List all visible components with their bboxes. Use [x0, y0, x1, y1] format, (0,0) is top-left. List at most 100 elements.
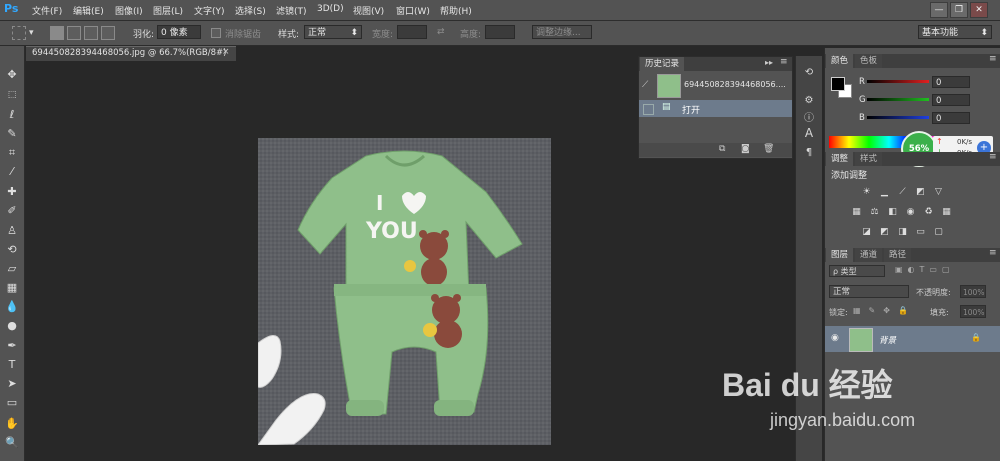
- properties-panel-icon[interactable]: ⚙: [801, 94, 817, 108]
- trash-icon[interactable]: 🗑: [763, 144, 774, 154]
- feather-input[interactable]: 0 像素: [157, 25, 201, 39]
- subtract-selection-icon[interactable]: [84, 26, 98, 40]
- style-select[interactable]: 正常 ⬍: [304, 25, 362, 39]
- info-panel-icon[interactable]: ⓘ: [801, 112, 817, 126]
- r-channel-input[interactable]: 0: [932, 76, 970, 88]
- healing-brush-tool-icon[interactable]: ✚: [4, 185, 20, 199]
- gradient-map-icon[interactable]: ▭: [915, 227, 926, 237]
- tab-channels[interactable]: 通道: [855, 248, 883, 262]
- move-tool-icon[interactable]: ✥: [4, 68, 20, 82]
- intersect-selection-icon[interactable]: [101, 26, 115, 40]
- panel-menu-icon[interactable]: ≡: [989, 248, 997, 258]
- history-state-row[interactable]: ▤ 打开: [639, 100, 792, 117]
- tab-swatches[interactable]: 色板: [855, 54, 883, 68]
- threshold-icon[interactable]: ◨: [897, 227, 908, 237]
- tab-history[interactable]: 历史记录: [640, 57, 685, 71]
- menu-image[interactable]: 图像(I): [115, 4, 143, 17]
- b-channel-slider[interactable]: [867, 116, 929, 119]
- tab-adjustments[interactable]: 调整: [826, 152, 854, 166]
- color-balance-icon[interactable]: ⚖: [869, 207, 880, 217]
- history-panel-icon[interactable]: ⟲: [801, 66, 817, 80]
- eyedropper-tool-icon[interactable]: ⁄: [4, 165, 20, 179]
- panel-menu-icon[interactable]: ≡: [989, 152, 997, 162]
- eye-visibility-icon[interactable]: ◉: [831, 333, 839, 343]
- hue-saturation-icon[interactable]: ▦: [851, 207, 862, 217]
- menu-window[interactable]: 窗口(W): [396, 4, 430, 17]
- paragraph-panel-icon[interactable]: ¶: [801, 146, 817, 160]
- tab-layers[interactable]: 图层: [826, 248, 854, 262]
- layer-name[interactable]: 背景: [879, 334, 896, 346]
- close-icon[interactable]: ×: [222, 47, 230, 57]
- dodge-tool-icon[interactable]: ●: [4, 319, 20, 333]
- collapse-icon[interactable]: ▸▸: [765, 58, 773, 67]
- document-canvas-image[interactable]: I YOU: [258, 138, 551, 445]
- gradient-tool-icon[interactable]: ▦: [4, 281, 20, 295]
- g-channel-slider[interactable]: [867, 98, 929, 101]
- blur-tool-icon[interactable]: 💧: [4, 300, 20, 314]
- new-selection-icon[interactable]: [50, 26, 64, 40]
- menu-layer[interactable]: 图层(L): [153, 4, 183, 17]
- color-lookup-icon[interactable]: ▦: [941, 207, 952, 217]
- hand-tool-icon[interactable]: ✋: [4, 417, 20, 431]
- type-tool-icon[interactable]: T: [4, 358, 20, 372]
- workspace-select[interactable]: 基本功能 ⬍: [918, 25, 992, 39]
- crop-tool-icon[interactable]: ⌗: [4, 146, 20, 160]
- antialias-checkbox[interactable]: [211, 28, 221, 38]
- zoom-tool-icon[interactable]: 🔍: [4, 436, 20, 450]
- camera-icon[interactable]: ◙: [741, 144, 750, 154]
- layer-row[interactable]: ◉ 背景 🔒: [825, 326, 1000, 352]
- menu-file[interactable]: 文件(F): [32, 4, 62, 17]
- menu-filter[interactable]: 滤镜(T): [276, 4, 307, 17]
- menu-view[interactable]: 视图(V): [353, 4, 384, 17]
- tab-styles[interactable]: 样式: [855, 152, 883, 166]
- lock-icons[interactable]: ▦✎✥🔒: [853, 306, 916, 315]
- foreground-color-swatch[interactable]: [831, 77, 845, 91]
- brush-tool-icon[interactable]: ✐: [4, 204, 20, 218]
- black-white-icon[interactable]: ◧: [887, 207, 898, 217]
- blend-mode-select[interactable]: 正常: [829, 285, 909, 298]
- path-select-tool-icon[interactable]: ➤: [4, 377, 20, 391]
- invert-icon[interactable]: ◪: [861, 227, 872, 237]
- refine-edge-button[interactable]: 调整边缘...: [532, 25, 592, 39]
- clone-stamp-tool-icon[interactable]: ♙: [4, 224, 20, 238]
- history-brush-tool-icon[interactable]: ⟲: [4, 243, 20, 257]
- add-selection-icon[interactable]: [67, 26, 81, 40]
- document-tab[interactable]: 6944508283944680​56.jpg @ 66.7%(RGB/8#) …: [26, 46, 236, 61]
- brightness-contrast-icon[interactable]: ☀: [861, 187, 872, 197]
- character-panel-icon[interactable]: A: [801, 126, 817, 140]
- exposure-icon[interactable]: ◩: [915, 187, 926, 197]
- width-input[interactable]: [397, 25, 427, 39]
- layer-filter-icons[interactable]: ▣◐T▭▢: [895, 265, 955, 274]
- photo-filter-icon[interactable]: ◉: [905, 207, 916, 217]
- quick-select-tool-icon[interactable]: ✎: [4, 127, 20, 141]
- close-window-button[interactable]: ✕: [970, 2, 988, 18]
- vibrance-icon[interactable]: ▽: [933, 187, 944, 197]
- curves-icon[interactable]: ⟋: [897, 187, 908, 197]
- history-brush-source-icon[interactable]: ⟋: [642, 80, 648, 90]
- layer-filter-select[interactable]: ρ 类型: [829, 265, 885, 277]
- tab-color[interactable]: 颜色: [826, 54, 854, 68]
- opacity-input[interactable]: 100%: [960, 285, 986, 298]
- restore-button[interactable]: ❐: [950, 2, 968, 18]
- menu-type[interactable]: 文字(Y): [194, 4, 225, 17]
- b-channel-input[interactable]: 0: [932, 112, 970, 124]
- history-snapshot[interactable]: ⟋ 694450828394468056....: [639, 72, 792, 98]
- g-channel-input[interactable]: 0: [932, 94, 970, 106]
- channel-mixer-icon[interactable]: ♻: [923, 207, 934, 217]
- marquee-tool-icon[interactable]: ⬚: [4, 88, 20, 102]
- marquee-preset-icon[interactable]: [12, 26, 26, 40]
- new-document-from-state-icon[interactable]: ⧉: [719, 144, 725, 154]
- fill-input[interactable]: 100%: [960, 305, 986, 318]
- minimize-button[interactable]: —: [930, 2, 948, 18]
- menu-3d[interactable]: 3D(D): [317, 4, 344, 14]
- menu-edit[interactable]: 编辑(E): [73, 4, 104, 17]
- r-channel-slider[interactable]: [867, 80, 929, 83]
- swap-icon[interactable]: ⇄: [437, 27, 445, 37]
- panel-menu-icon[interactable]: ≡: [780, 57, 788, 67]
- menu-help[interactable]: 帮助(H): [440, 4, 472, 17]
- selective-color-icon[interactable]: ▢: [933, 227, 944, 237]
- preset-dropdown-icon[interactable]: ▾: [29, 28, 34, 38]
- rectangle-tool-icon[interactable]: ▭: [4, 396, 20, 410]
- lasso-tool-icon[interactable]: ℓ: [4, 108, 20, 122]
- eraser-tool-icon[interactable]: ▱: [4, 262, 20, 276]
